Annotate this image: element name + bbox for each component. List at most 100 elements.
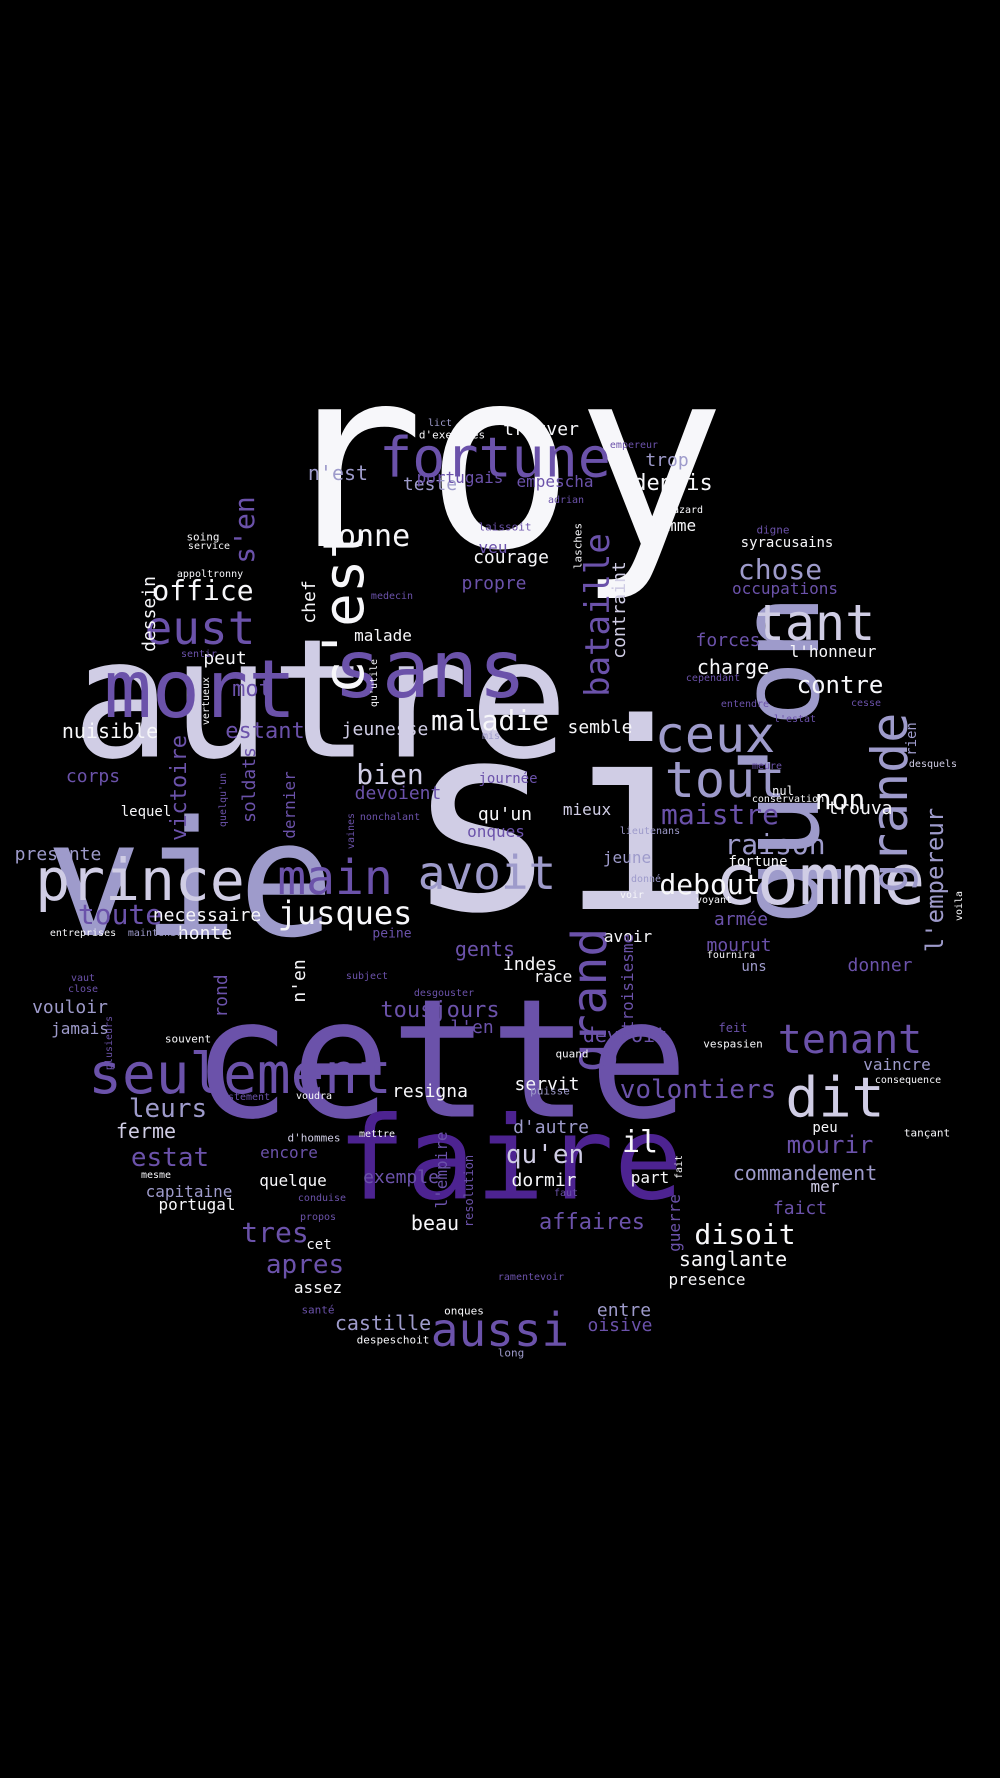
word: desquels — [908, 759, 958, 770]
word: l'estat — [773, 714, 817, 725]
word: ceux — [654, 706, 776, 764]
word: dit — [785, 1065, 885, 1130]
word: plusieurs — [104, 1015, 115, 1071]
word: affaires — [539, 1210, 645, 1235]
word: beau — [410, 1211, 460, 1235]
word: fournira — [706, 950, 756, 961]
word: qu'utile — [369, 658, 380, 708]
word: feit — [718, 1021, 748, 1035]
word: mettre — [358, 1129, 396, 1140]
word: quelqu'un — [218, 772, 229, 828]
word: eust — [144, 601, 256, 655]
word: mot — [232, 677, 272, 702]
word: lasches — [571, 522, 585, 570]
word-cloud: roy si autre vie cette faire qu'on sans mort c'es… — [0, 0, 1000, 1778]
word: propre — [461, 573, 527, 594]
word: rien — [904, 722, 920, 756]
word: honte — [177, 923, 233, 944]
word: medecin — [370, 591, 414, 602]
word: jeunesse — [341, 719, 429, 740]
word: resigna — [392, 1081, 468, 1102]
word: corps — [65, 766, 121, 787]
word: laissoit — [478, 520, 532, 534]
word: mis — [481, 731, 501, 742]
word: castille — [334, 1311, 432, 1335]
word: homme — [647, 516, 697, 535]
word: syracusains — [740, 535, 834, 551]
word: ferme — [115, 1119, 177, 1143]
word: cependant — [685, 673, 741, 684]
word: propos — [299, 1212, 337, 1223]
word: veu — [478, 538, 508, 557]
word: lieutenans — [619, 826, 681, 837]
word: estat — [130, 1143, 210, 1173]
word: onques — [444, 1304, 484, 1318]
word: disoit — [694, 1218, 796, 1251]
word: occupations — [732, 579, 838, 598]
word: l'empereur — [921, 807, 949, 953]
word: chef — [299, 580, 320, 624]
word: entendre — [720, 699, 770, 710]
word: tant — [754, 594, 876, 652]
word: n'en — [289, 959, 310, 1003]
word: conservation — [751, 794, 825, 805]
word: tançant — [903, 1126, 951, 1140]
word: rond — [211, 974, 232, 1018]
word: journée — [478, 771, 538, 787]
word: l'empire — [432, 1131, 451, 1209]
word: exemple — [363, 1167, 439, 1188]
word: santé — [301, 1303, 335, 1317]
word: dessein — [139, 576, 160, 652]
word: subject — [345, 971, 389, 982]
word: voyant — [695, 895, 733, 906]
word: bonne — [319, 519, 411, 554]
word: commandement — [732, 1161, 878, 1185]
word: faict — [772, 1198, 828, 1219]
word: oisive — [587, 1315, 653, 1336]
word: apres — [265, 1250, 345, 1280]
word: adrian — [547, 495, 585, 506]
word: sanglante — [678, 1247, 788, 1271]
word: quelque — [259, 1171, 327, 1190]
word: race — [533, 967, 573, 986]
word: digne — [756, 523, 790, 537]
word: peine — [372, 926, 412, 942]
word: d'hommes — [287, 1131, 341, 1145]
word: vertueux — [201, 676, 212, 726]
word: dernier — [280, 771, 299, 839]
word: puisse — [530, 1084, 570, 1098]
word: maistre — [660, 798, 780, 831]
word: fortune — [728, 854, 788, 870]
word: l'en — [450, 1017, 494, 1038]
word: mer — [810, 1177, 840, 1196]
word: ramentevoir — [497, 1272, 565, 1283]
word: guerre — [665, 1194, 684, 1252]
word: part — [630, 1168, 670, 1187]
word: contraint — [609, 561, 630, 659]
word: d'exemples — [418, 428, 486, 442]
word: cet — [306, 1237, 332, 1253]
word: trouva — [827, 798, 893, 819]
word: vaincre — [863, 1055, 931, 1074]
word: sentir — [180, 649, 218, 660]
word: conduise — [297, 1193, 347, 1204]
word: d'autre — [513, 1117, 589, 1138]
word: justement — [215, 1092, 271, 1103]
word: donné — [630, 874, 662, 885]
word: encore — [260, 1143, 318, 1162]
word: mesme — [140, 1170, 172, 1181]
word: qu'en — [505, 1140, 585, 1170]
word: contre — [796, 671, 884, 699]
word: presente — [14, 844, 102, 865]
word: avoit — [417, 846, 557, 900]
word: nuisible — [61, 719, 159, 743]
word: entreprises — [49, 928, 117, 939]
word: forces — [695, 630, 761, 651]
word: l'honneur — [789, 642, 877, 661]
word: mourir — [786, 1131, 874, 1159]
word: trouver — [503, 419, 579, 440]
word: s'en — [228, 496, 261, 564]
word: jusques — [277, 894, 413, 932]
word: il — [621, 1125, 659, 1160]
word: uns — [741, 959, 767, 975]
